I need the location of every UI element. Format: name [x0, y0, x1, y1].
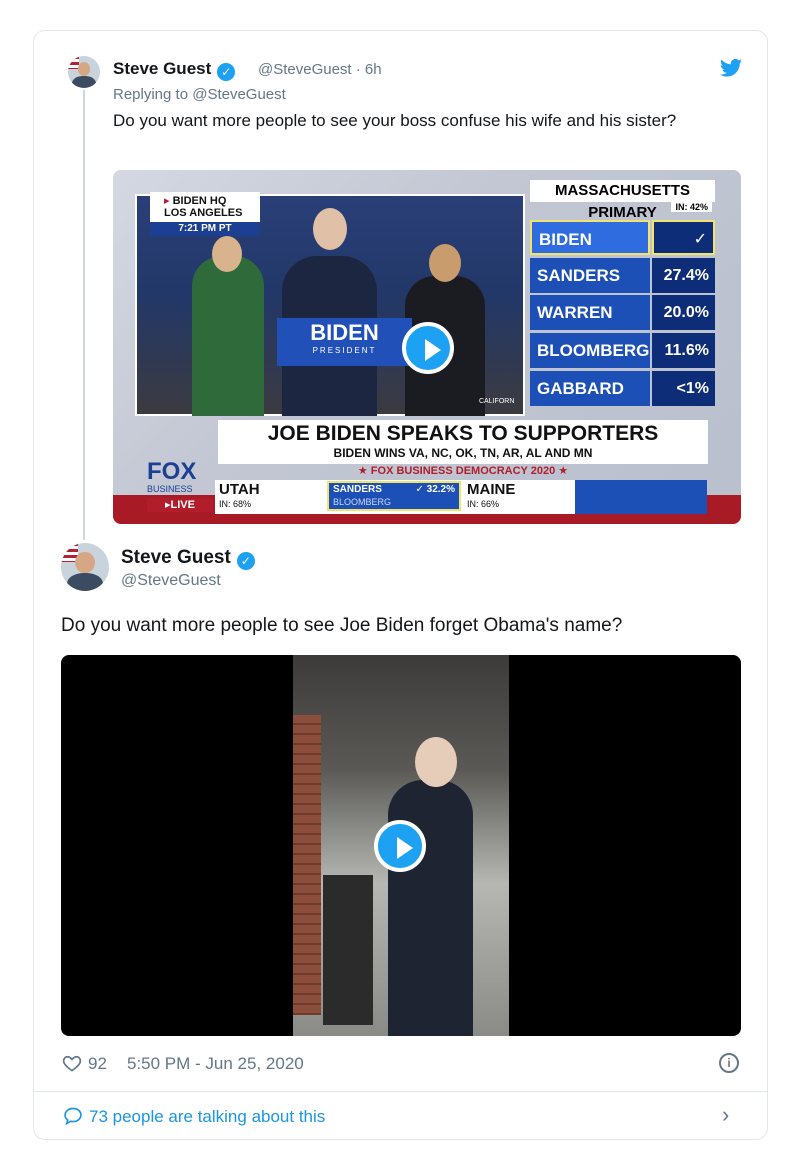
twitter-bird-icon[interactable] [720, 58, 742, 78]
location-tag-text: ▸ BIDEN HQ LOS ANGELES [164, 195, 243, 219]
conversation-link[interactable]: 73 people are talking about this [89, 1107, 325, 1127]
tweet-text: Do you want more people to see Joe Biden… [61, 615, 623, 636]
result-row: BIDEN✓ 33.9% [530, 220, 715, 283]
ticker-state-2: MAINE [467, 481, 516, 498]
reply-context[interactable]: Replying to @SteveGuest [113, 86, 286, 103]
headline: JOE BIDEN SPEAKS TO SUPPORTERS [267, 422, 659, 445]
stand [323, 875, 373, 1025]
network-line: ★ FOX BUSINESS DEMOCRACY 2020 ★ [357, 465, 569, 477]
corner-tag: CALIFORN [479, 398, 515, 405]
ticker-right-panel [575, 480, 707, 514]
verified-badge-icon: ✓ [217, 63, 236, 81]
podium-sub: PRESIDENT [312, 346, 377, 355]
brick-wall [293, 715, 321, 1015]
result-row: GABBARD <1% [530, 371, 715, 406]
podium-text: BIDEN [310, 320, 379, 345]
ticker-in-1: IN: 68% [219, 499, 252, 509]
ticker-pct: ✓ 32.2% [415, 484, 455, 495]
live-badge: ▸LIVE [147, 498, 213, 512]
author-name[interactable]: Steve Guest ✓ [121, 547, 255, 570]
quoted-author-name[interactable]: Steve Guest ✓ [113, 59, 236, 81]
ticker-cand: SANDERS [333, 484, 382, 495]
tweet-video[interactable] [61, 655, 741, 1036]
primary-results: MASSACHUSETTS PRIMARY IN: 42% BIDEN✓ 33.… [530, 180, 715, 412]
speaker-body [388, 780, 473, 1036]
chevron-right-icon[interactable]: › [722, 1102, 729, 1128]
author-avatar[interactable] [61, 543, 109, 591]
info-icon[interactable]: i [719, 1053, 739, 1073]
verified-badge-icon: ✓ [236, 552, 255, 570]
speaker-head [415, 737, 457, 787]
timestamp[interactable]: 5:50 PM - Jun 25, 2020 [127, 1054, 304, 1074]
quoted-tweet-text: Do you want more people to see your boss… [113, 111, 677, 130]
person-left-head [212, 236, 242, 272]
like-count[interactable]: 92 [88, 1054, 107, 1074]
quoted-avatar[interactable] [68, 56, 100, 88]
ticker-race: SANDERS ✓ 32.2% BLOOMBERG [327, 481, 461, 511]
fox-logo-main: FOX [147, 458, 197, 485]
footer-divider [34, 1091, 767, 1092]
person-left [192, 256, 264, 416]
fox-logo-sub: BUSINESS [147, 484, 193, 494]
author-handle[interactable]: @SteveGuest [121, 572, 221, 590]
quoted-handle-time[interactable]: @SteveGuest · 6h [258, 61, 382, 78]
comment-icon[interactable] [63, 1106, 83, 1126]
fox-logo: FOX BUSINESS ▸LIVE [147, 460, 213, 514]
play-icon[interactable] [374, 820, 426, 872]
person-right-head [429, 244, 461, 282]
ticker-state-1: UTAH [219, 481, 260, 498]
poll-title: MASSACHUSETTS PRIMARY [530, 180, 715, 221]
location-time: 7:21 PM PT [150, 222, 260, 236]
play-icon[interactable] [402, 322, 454, 374]
result-row: SANDERS 27.4% [530, 258, 715, 293]
podium: BIDEN PRESIDENT [277, 318, 412, 366]
poll-in: IN: 42% [671, 202, 712, 212]
person-center-head [313, 208, 347, 250]
headline-banner: JOE BIDEN SPEAKS TO SUPPORTERS BIDEN WIN… [218, 420, 708, 464]
ticker-cand-2: BLOOMBERG [333, 497, 392, 507]
location-tag: ▸ BIDEN HQ LOS ANGELES 7:21 PM PT [150, 192, 260, 236]
ticker-in-2: IN: 66% [467, 499, 500, 509]
result-row: WARREN 20.0% [530, 295, 715, 330]
heart-icon[interactable] [62, 1053, 82, 1073]
result-row: BLOOMBERG 11.6% [530, 333, 715, 368]
subheadline: BIDEN WINS VA, NC, OK, TN, AR, AL AND MN [333, 446, 593, 460]
thread-line [83, 90, 85, 540]
